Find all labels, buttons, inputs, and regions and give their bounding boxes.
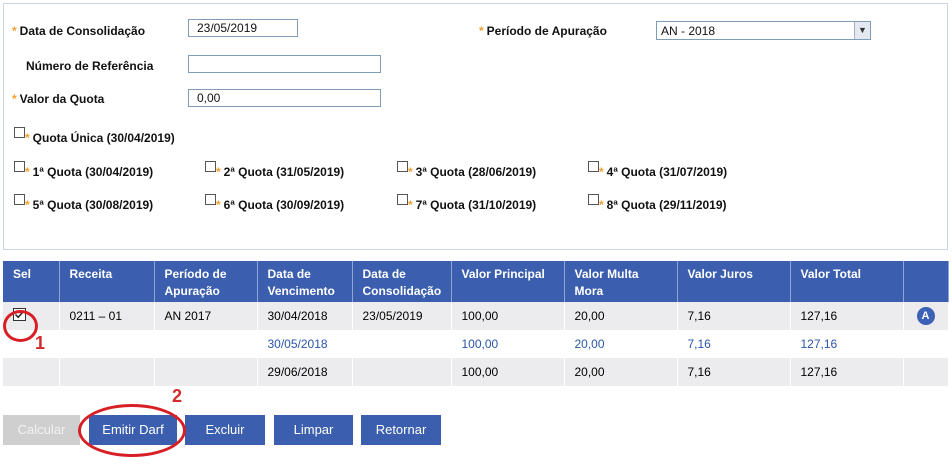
quota-4-label: * 4ª Quota (31/07/2019)	[599, 165, 728, 179]
quota-7-checkbox[interactable]	[397, 194, 408, 205]
annotation-circle-1	[3, 310, 38, 342]
quota-6-label: * 6ª Quota (30/09/2019)	[216, 198, 345, 212]
cell-total: 127,16	[790, 302, 904, 330]
excluir-button[interactable]: Excluir	[185, 415, 265, 445]
cell-vencimento: 30/04/2018	[257, 302, 353, 330]
table-row: 30/05/2018 100,00 20,00 7,16 127,16	[3, 330, 949, 358]
header-multa: Valor Multa Mora	[564, 261, 678, 302]
quota-unica-label: * Quota Única (30/04/2019)	[25, 131, 175, 145]
quota-unica-checkbox[interactable]	[14, 127, 25, 138]
header-sel: Sel	[3, 261, 60, 302]
chevron-down-icon[interactable]: ▼	[854, 22, 870, 39]
debitos-table: Sel Receita Período de Apuração Data de Ve…	[3, 261, 949, 386]
cell-periodo: AN 2017	[154, 302, 258, 330]
quota-1-checkbox[interactable]	[14, 161, 25, 172]
quota-5-label: * 5ª Quota (30/08/2019)	[25, 198, 154, 212]
periodo-apuracao-label: * Período de Apuração	[479, 24, 607, 38]
header-receita: Receita	[59, 261, 155, 302]
quota-8-label: * 8ª Quota (29/11/2019)	[599, 198, 727, 212]
cell-juros: 7,16	[677, 358, 791, 386]
annotation-number-2: 2	[172, 386, 183, 406]
valor-quota-input[interactable]: 0,00	[188, 89, 381, 107]
cell-periodo	[154, 358, 258, 386]
quota-3-label: * 3ª Quota (28/06/2019)	[408, 165, 537, 179]
cell-juros: 7,16	[677, 302, 791, 330]
header-principal: Valor Principal	[451, 261, 565, 302]
data-consolidacao-input[interactable]: 23/05/2019	[188, 19, 298, 37]
cell-total: 127,16	[790, 358, 904, 386]
cell-consolidacao	[352, 358, 452, 386]
header-consolidacao: Data de Consolidação	[352, 261, 452, 302]
table-row: 0211 – 01 AN 2017 30/04/2018 23/05/2019 …	[3, 302, 949, 330]
cell-vencimento: 30/05/2018	[257, 330, 353, 358]
table-row: 29/06/2018 100,00 20,00 7,16 127,16	[3, 358, 949, 386]
cell-multa: 20,00	[564, 330, 678, 358]
cell-receita: 0211 – 01	[59, 302, 155, 330]
cell-total: 127,16	[790, 330, 904, 358]
quota-6-checkbox[interactable]	[205, 194, 216, 205]
quota-5-checkbox[interactable]	[14, 194, 25, 205]
calcular-button[interactable]: Calcular	[3, 415, 80, 445]
form-panel	[3, 3, 948, 250]
cell-consolidacao: 23/05/2019	[352, 302, 452, 330]
quota-8-checkbox[interactable]	[588, 194, 599, 205]
quota-3-checkbox[interactable]	[397, 161, 408, 172]
table-header-row: Sel Receita Período de Apuração Data de Ve…	[3, 261, 949, 302]
cell-principal: 100,00	[451, 358, 565, 386]
header-actions	[903, 261, 949, 302]
cell-multa: 20,00	[564, 358, 678, 386]
numero-referencia-label: Número de Referência	[26, 59, 154, 73]
numero-referencia-input[interactable]	[188, 55, 381, 73]
cell-receita	[59, 358, 155, 386]
alert-icon[interactable]: A	[916, 307, 935, 325]
header-juros: Valor Juros	[677, 261, 791, 302]
quota-2-label: * 2ª Quota (31/05/2019)	[216, 165, 345, 179]
header-vencimento: Data de Vencimento	[257, 261, 353, 302]
quota-4-checkbox[interactable]	[588, 161, 599, 172]
limpar-button[interactable]: Limpar	[274, 415, 353, 445]
cell-receita	[59, 330, 155, 358]
valor-quota-label: * Valor da Quota	[12, 92, 105, 106]
cell-multa: 20,00	[564, 302, 678, 330]
cell-vencimento: 29/06/2018	[257, 358, 353, 386]
quota-2-checkbox[interactable]	[205, 161, 216, 172]
retornar-button[interactable]: Retornar	[361, 415, 441, 445]
header-periodo: Período de Apuração	[154, 261, 258, 302]
cell-principal: 100,00	[451, 302, 565, 330]
cell-juros: 7,16	[677, 330, 791, 358]
quota-7-label: * 7ª Quota (31/10/2019)	[408, 198, 537, 212]
annotation-number-1: 1	[35, 333, 46, 353]
cell-periodo	[154, 330, 258, 358]
cell-principal: 100,00	[451, 330, 565, 358]
quota-1-label: * 1ª Quota (30/04/2019)	[25, 165, 154, 179]
cell-consolidacao	[352, 330, 452, 358]
cell-action: A	[903, 302, 949, 330]
annotation-circle-2	[78, 404, 186, 457]
header-total: Valor Total	[790, 261, 904, 302]
data-consolidacao-label: * Data de Consolidação	[12, 24, 146, 38]
periodo-apuracao-select[interactable]: AN - 2018 ▼	[656, 21, 871, 40]
